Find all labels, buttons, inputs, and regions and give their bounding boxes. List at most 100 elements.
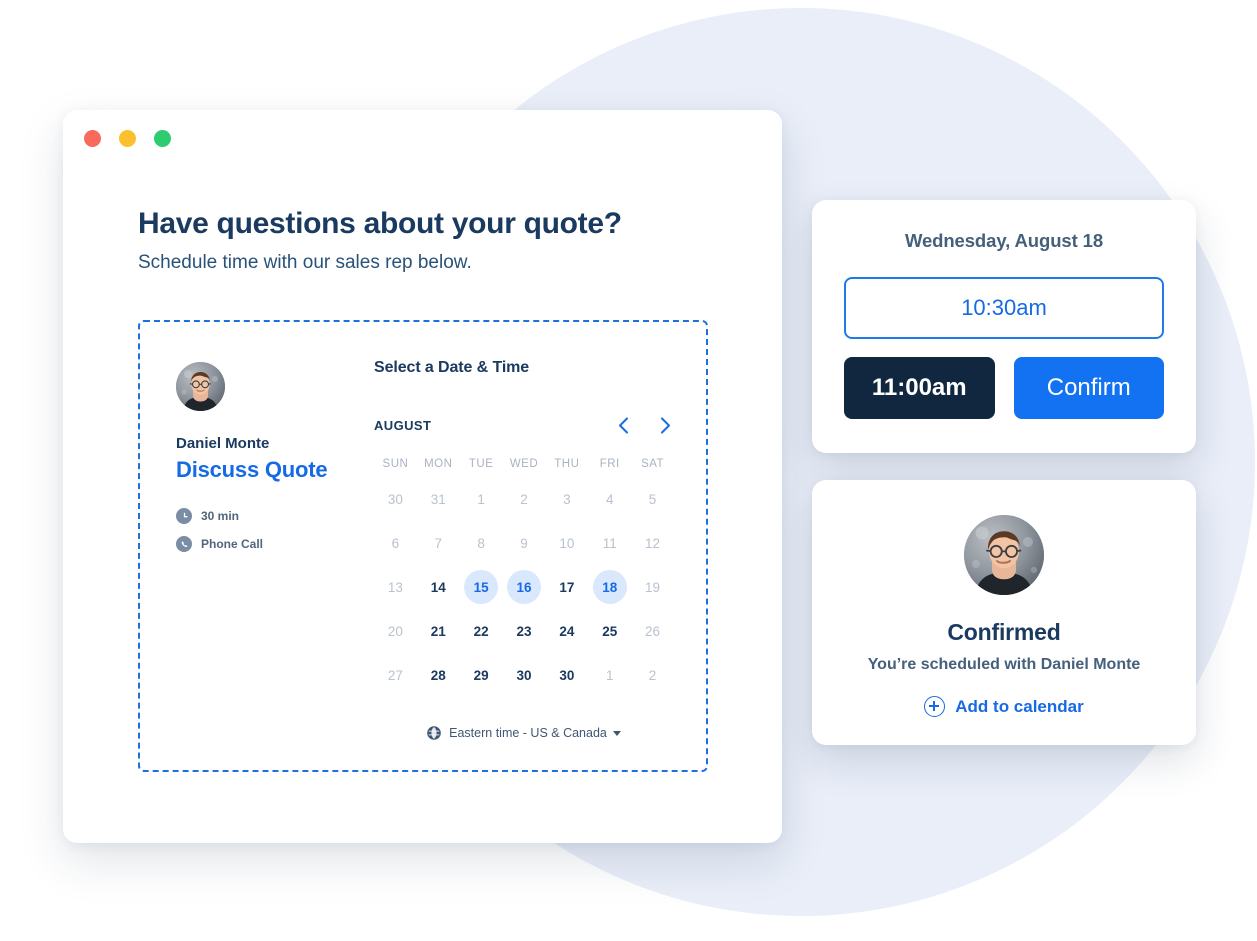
page-title: Have questions about your quote? (138, 207, 622, 240)
calendar-date-cell: 30 (503, 658, 546, 692)
meeting-meta-list: 30 min Phone Call (176, 508, 356, 552)
calendar-day-12: 12 (645, 535, 661, 551)
calendar-day-13: 13 (387, 579, 403, 595)
avatar (176, 362, 225, 411)
page-subtitle: Schedule time with our sales rep below. (138, 252, 472, 273)
calendar-weekday-sat: SAT (641, 458, 665, 470)
globe-icon (427, 726, 441, 740)
calendar-day-7: 7 (434, 535, 443, 551)
window-traffic-lights (84, 130, 171, 147)
calendar-weekday-wed: WED (509, 458, 539, 470)
avatar (964, 515, 1044, 595)
timeslot-date-label: Wednesday, August 18 (904, 230, 1104, 251)
calendar-nav-arrows (614, 416, 674, 434)
confirmed-heading: Confirmed (947, 619, 1061, 645)
meeting-title: Discuss Quote (176, 457, 328, 482)
calendar-day-10: 10 (559, 535, 575, 551)
calendar-day-2: 2 (648, 667, 657, 683)
calendar-day-23: 23 (516, 623, 532, 639)
calendar-day-1: 1 (605, 667, 614, 683)
calendar-weekday-mon: MON (424, 458, 453, 470)
calendar-date-cell: 30 (374, 482, 417, 516)
calendar-date-cell: 3 (545, 482, 588, 516)
calendar-day-30: 30 (516, 667, 532, 683)
calendar-day-6: 6 (391, 535, 400, 551)
calendar-day-9: 9 (520, 535, 528, 551)
calendar-day-18[interactable]: 18 (592, 570, 627, 604)
confirmation-card: Confirmed You’re scheduled with Daniel M… (812, 480, 1196, 745)
calendar-date-grid: 30 31 1 2 3 4 5 6 7 8 9 10 11 12 13 14 15 16 17 18 19 20 21 22 2… (374, 482, 674, 692)
calendar-day-4: 4 (605, 491, 614, 507)
meeting-type-label: Phone Call (201, 537, 264, 551)
rep-name: Daniel Monte (176, 435, 270, 452)
calendar-date-cell: 20 (374, 614, 417, 648)
calendar-date-cell: 8 (460, 526, 503, 560)
confirmed-subtext: You’re scheduled with Daniel Monte (867, 656, 1141, 673)
minimize-window-dot[interactable] (119, 130, 136, 147)
calendar-date-cell: 28 (417, 658, 460, 692)
calendar-date-cell: 23 (503, 614, 546, 648)
headline-block: Have questions about your quote? Schedul… (138, 206, 698, 276)
calendar-date-cell: 9 (503, 526, 546, 560)
calendar-date-cell: 29 (460, 658, 503, 692)
add-to-calendar-button[interactable]: Add to calendar (924, 696, 1084, 717)
calendar-nav: AUGUST (374, 416, 674, 434)
calendar-date-cell[interactable]: 16 (503, 570, 546, 604)
meeting-duration-label: 30 min (201, 509, 240, 523)
calendar-date-cell: 31 (417, 482, 460, 516)
meeting-type-row: Phone Call (176, 536, 356, 552)
calendar-day-15[interactable]: 15 (464, 570, 499, 604)
calendar-date-cell: 14 (417, 570, 460, 604)
calendar-date-cell: 10 (545, 526, 588, 560)
timezone-selector[interactable]: Eastern time - US & Canada (374, 726, 674, 740)
calendar-weekday-fri: FRI (599, 458, 620, 470)
calendar-day-20: 20 (387, 623, 403, 639)
calendar-date-cell: 4 (588, 482, 631, 516)
calendar-day-27: 27 (387, 667, 403, 683)
calendar-date-cell[interactable]: 18 (588, 570, 631, 604)
caret-down-icon (612, 730, 621, 736)
calendar-day-22: 22 (473, 623, 489, 639)
phone-icon (176, 536, 192, 552)
calendar-day-29: 29 (473, 667, 489, 683)
calendar-day-24: 24 (559, 623, 575, 639)
calendar-date-cell: 1 (460, 482, 503, 516)
calendar-date-cell: 30 (545, 658, 588, 692)
chevron-left-icon[interactable] (614, 416, 632, 434)
calendar-date-cell: 17 (545, 570, 588, 604)
confirm-button[interactable]: Confirm (1013, 357, 1164, 419)
calendar-weekday-header: SUN MON TUE WED THU FRI SAT (374, 458, 674, 470)
timeslot-action-row: 11:00am Confirm (844, 357, 1164, 419)
calendar-day-28: 28 (430, 667, 446, 683)
calendar-date-cell: 21 (417, 614, 460, 648)
plus-circle-icon (924, 696, 946, 717)
calendar-panel: Select a Date & Time AUGUST SUN MON TUE WED… (374, 359, 674, 740)
calendar-date-cell[interactable]: 15 (460, 570, 503, 604)
clock-icon (176, 508, 192, 524)
rep-panel: Daniel Monte Discuss Quote 30 min Phone … (176, 362, 356, 564)
meeting-duration-row: 30 min (176, 508, 356, 524)
alternate-timeslot[interactable]: 11:00am (844, 357, 995, 419)
calendar-weekday-sun: SUN (382, 458, 409, 470)
timezone-label: Eastern time - US & Canada (449, 726, 607, 740)
calendar-date-cell: 1 (588, 658, 631, 692)
calendar-date-cell: 6 (374, 526, 417, 560)
calendar-date-cell: 22 (460, 614, 503, 648)
calendar-day-11: 11 (602, 535, 617, 551)
calendar-date-cell: 19 (631, 570, 674, 604)
calendar-day-16[interactable]: 16 (506, 570, 541, 604)
calendar-day-21: 21 (430, 623, 446, 639)
calendar-date-cell: 13 (374, 570, 417, 604)
chevron-right-icon[interactable] (656, 416, 674, 434)
timeslot-card: Wednesday, August 18 10:30am 11:00am Con… (812, 200, 1196, 453)
calendar-day-26: 26 (645, 623, 661, 639)
calendar-date-cell: 2 (503, 482, 546, 516)
calendar-date-cell: 2 (631, 658, 674, 692)
maximize-window-dot[interactable] (154, 130, 171, 147)
close-window-dot[interactable] (84, 130, 101, 147)
calendar-weekday-thu: THU (554, 458, 580, 470)
calendar-day-31: 31 (430, 491, 446, 507)
selected-timeslot[interactable]: 10:30am (844, 277, 1164, 339)
calendar-day-30: 30 (387, 491, 403, 507)
calendar-date-cell: 7 (417, 526, 460, 560)
